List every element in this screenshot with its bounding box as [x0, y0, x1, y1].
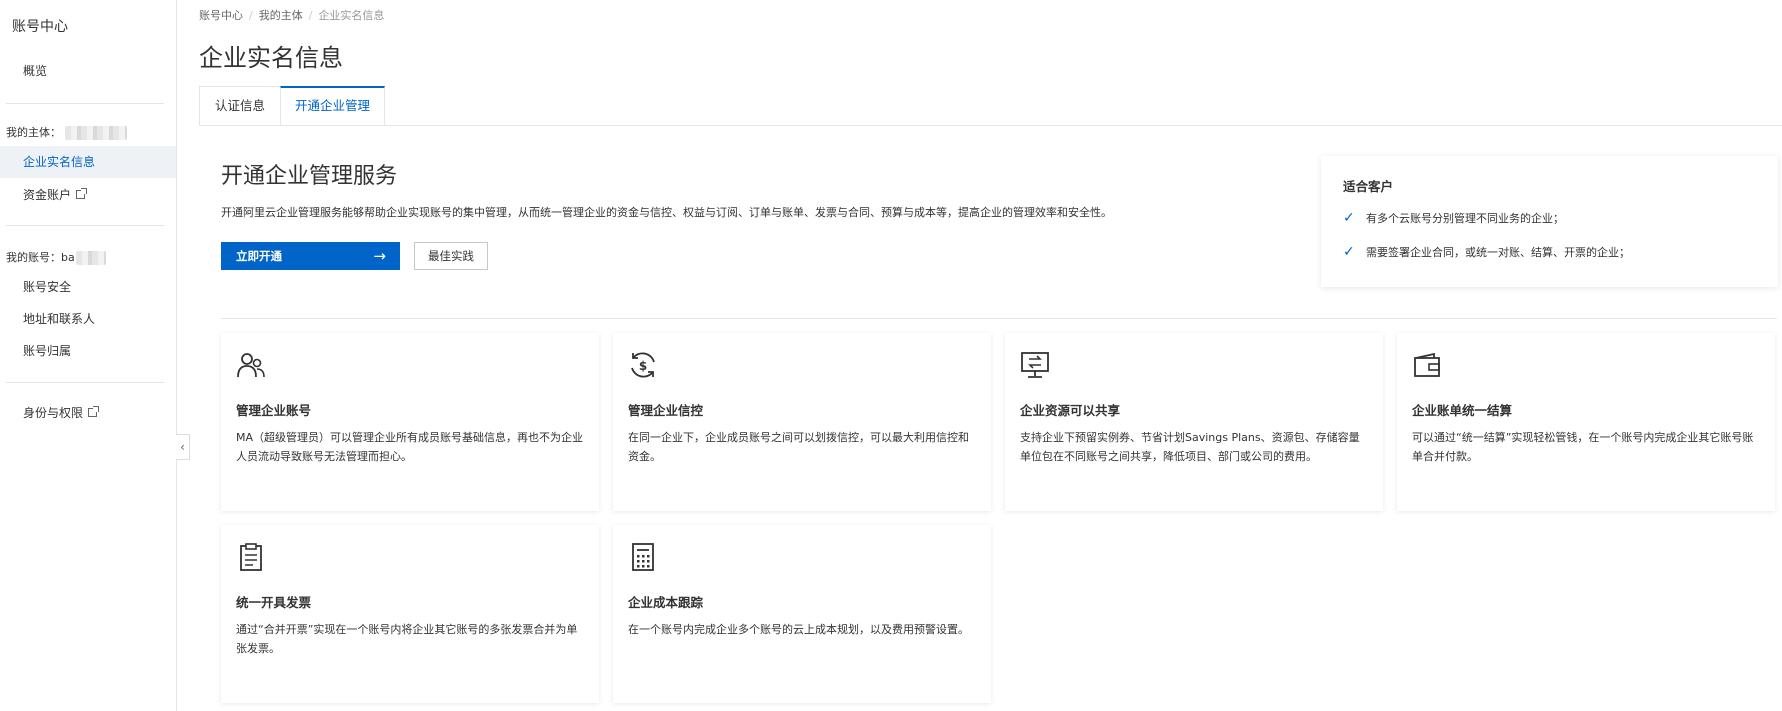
feature-title: 企业账单统一结算 [1412, 403, 1513, 418]
service-description: 开通阿里云企业管理服务能够帮助企业实现账号的集中管理，从而统一管理企业的资金与信… [221, 206, 1112, 219]
feature-card: 企业资源可以共享 支持企业下预留实例券、节省计划Savings Plans、资源… [1005, 333, 1383, 511]
dollar-cycle-icon: $ [631, 352, 655, 378]
sidebar-item-label: 身份与权限 [23, 406, 84, 420]
users-icon [237, 353, 265, 378]
feature-title: 企业资源可以共享 [1020, 403, 1121, 418]
feature-description: 可以通过“统一结算”实现轻松管钱，在一个账号内完成企业其它账号账单合并付款。 [1412, 431, 1754, 463]
fit-customer-item: ✓ 需要签署企业合同，或统一对账、结算、开票的企业； [1343, 244, 1630, 260]
fit-customer-text: 需要签署企业合同，或统一对账、结算、开票的企业； [1366, 246, 1630, 259]
feature-description: 支持企业下预留实例券、节省计划Savings Plans、资源包、存储容量单位包… [1020, 431, 1360, 463]
clipboard-icon [240, 543, 262, 571]
tab-certification-info[interactable]: 认证信息 [199, 86, 281, 126]
feature-title: 统一开具发票 [236, 595, 312, 610]
breadcrumb-current: 企业实名信息 [318, 9, 385, 22]
section-divider [221, 318, 1777, 319]
tab-enterprise-management[interactable]: 开通企业管理 [280, 86, 385, 126]
sidebar-item-account-security[interactable]: 账号安全 [0, 271, 176, 303]
best-practice-button[interactable]: 最佳实践 [414, 242, 488, 270]
external-link-icon [88, 406, 100, 417]
sidebar-divider [6, 103, 164, 104]
page-title: 企业实名信息 [199, 44, 343, 72]
sidebar-item-fund-account[interactable]: 资金账户 [0, 179, 176, 211]
sidebar-item-address-contacts[interactable]: 地址和联系人 [0, 303, 176, 335]
my-account-group: 我的账号：ba [6, 249, 106, 265]
sidebar-collapse-button[interactable]: ‹ [176, 434, 190, 460]
feature-description: 在一个账号内完成企业多个账号的云上成本规划，以及费用预警设置。 [628, 623, 969, 636]
sidebar-item-label: 资金账户 [23, 188, 72, 202]
feature-title: 企业成本跟踪 [628, 595, 704, 610]
my-entity-label: 我的主体： [6, 126, 61, 139]
feature-description: 在同一企业下，企业成员账号之间可以划拨信控，可以最大利用信控和资金。 [628, 431, 969, 463]
svg-text:$: $ [639, 359, 647, 373]
fit-customer-item: ✓ 有多个云账号分别管理不同业务的企业； [1343, 210, 1564, 226]
breadcrumb-item[interactable]: 我的主体 [259, 9, 303, 22]
feature-card: 企业成本跟踪 在一个账号内完成企业多个账号的云上成本规划，以及费用预警设置。 [613, 525, 991, 703]
feature-card: 管理企业账号 MA（超级管理员）可以管理企业所有成员账号基础信息，再也不为企业人… [221, 333, 599, 511]
sidebar-title: 账号中心 [12, 19, 68, 35]
feature-card: 统一开具发票 通过“合并开票”实现在一个账号内将企业其它账号的多张发票合并为单张… [221, 525, 599, 703]
feature-title: 管理企业账号 [236, 403, 312, 418]
fit-customers-panel: 适合客户 ✓ 有多个云账号分别管理不同业务的企业； ✓ 需要签署企业合同，或统一对账… [1321, 156, 1778, 287]
breadcrumb: 账号中心 / 我的主体 / 企业实名信息 [199, 9, 385, 22]
external-link-icon [76, 188, 88, 199]
feature-description: MA（超级管理员）可以管理企业所有成员账号基础信息，再也不为企业人员流动导致账号… [236, 431, 584, 463]
sidebar-item-enterprise-info[interactable]: 企业实名信息 [0, 146, 176, 178]
activate-now-button[interactable]: 立即开通 → [221, 242, 400, 270]
monitor-share-icon [1021, 352, 1049, 378]
sidebar-divider [6, 382, 164, 383]
activate-now-label: 立即开通 [236, 249, 282, 263]
sidebar-item-identity-permissions[interactable]: 身份与权限 [0, 397, 176, 429]
my-account-name: ba [61, 251, 75, 264]
my-entity-group: 我的主体： [6, 124, 127, 140]
check-icon: ✓ [1343, 244, 1355, 260]
feature-title: 管理企业信控 [628, 403, 704, 418]
my-account-label: 我的账号： [6, 251, 61, 264]
sidebar-item-account-ownership[interactable]: 账号归属 [0, 335, 176, 367]
calculator-icon [632, 543, 654, 571]
check-icon: ✓ [1343, 210, 1355, 226]
breadcrumb-item[interactable]: 账号中心 [199, 9, 243, 22]
feature-card: $ 管理企业信控 在同一企业下，企业成员账号之间可以划拨信控，可以最大利用信控和… [613, 333, 991, 511]
sidebar: 账号中心 概览 我的主体： 企业实名信息 资金账户 我的账号：ba 账号安全 地… [0, 0, 177, 711]
redacted-account-name [75, 251, 106, 265]
fit-customers-title: 适合客户 [1343, 179, 1394, 194]
arrow-right-icon: → [373, 247, 386, 265]
sidebar-divider [6, 225, 164, 226]
wallet-icon [1414, 352, 1440, 377]
service-title: 开通企业管理服务 [221, 164, 398, 189]
tab-divider [199, 125, 1782, 126]
feature-description: 通过“合并开票”实现在一个账号内将企业其它账号的多张发票合并为单张发票。 [236, 623, 578, 655]
sidebar-item-overview[interactable]: 概览 [0, 55, 176, 87]
redacted-entity-name [65, 126, 127, 140]
fit-customer-text: 有多个云账号分别管理不同业务的企业； [1366, 212, 1564, 225]
feature-card: 企业账单统一结算 可以通过“统一结算”实现轻松管钱，在一个账号内完成企业其它账号… [1397, 333, 1775, 511]
